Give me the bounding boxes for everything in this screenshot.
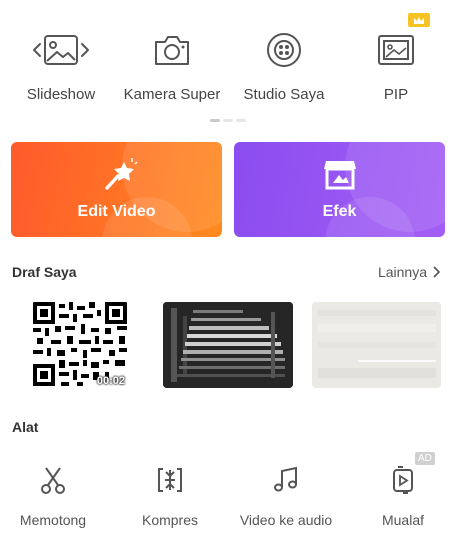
- tools-title: Alat: [12, 419, 39, 435]
- tool-mualaf[interactable]: Mualaf: [348, 462, 452, 528]
- pip-icon: [341, 28, 451, 72]
- camera-label: Kamera Super: [123, 86, 221, 103]
- drafts-more-link[interactable]: Lainnya: [378, 264, 440, 280]
- scissors-icon: [0, 462, 108, 498]
- draft-thumbnail[interactable]: [163, 302, 293, 388]
- magic-wand-icon: [102, 154, 142, 199]
- slideshow-label: Slideshow: [26, 86, 96, 103]
- convert-video-icon: [348, 462, 452, 498]
- page-dot: [210, 119, 220, 122]
- tool-label: Memotong: [19, 512, 87, 528]
- tool-kompres[interactable]: Kompres: [115, 462, 225, 528]
- studio-label: Studio Saya: [243, 86, 325, 103]
- quick-actions: Slideshow Kamera Super Studio Saya PIP: [0, 0, 452, 122]
- crown-icon: [408, 13, 430, 27]
- pip-label: PIP: [383, 86, 409, 103]
- tool-label: Kompres: [141, 512, 199, 528]
- studio-button[interactable]: Studio Saya: [229, 28, 339, 103]
- compress-icon: [115, 462, 225, 498]
- drafts-more-label: Lainnya: [377, 264, 427, 280]
- chevron-right-icon: [433, 266, 440, 278]
- tool-label: Video ke audio: [239, 512, 333, 528]
- efek-card[interactable]: Efek: [234, 142, 445, 237]
- music-note-icon: [231, 462, 341, 498]
- tool-video-to-audio[interactable]: Video ke audio: [231, 462, 341, 528]
- edit-video-card[interactable]: Edit Video: [11, 142, 222, 237]
- efek-label: Efek: [322, 203, 357, 220]
- effects-store-icon: [322, 155, 358, 196]
- slideshow-button[interactable]: Slideshow: [6, 28, 116, 103]
- draft-preview-image: [312, 302, 441, 388]
- camera-icon: [117, 28, 227, 72]
- drafts-title: Draf Saya: [12, 264, 77, 280]
- draft-duration: 00:02: [96, 375, 125, 387]
- draft-thumbnail[interactable]: [312, 302, 441, 388]
- page-dot: [236, 119, 246, 122]
- page-indicator: [210, 119, 246, 122]
- draft-preview-image: [163, 302, 293, 388]
- edit-video-label: Edit Video: [77, 203, 156, 220]
- page-dot: [223, 119, 233, 122]
- tool-memotong[interactable]: Memotong: [0, 462, 108, 528]
- studio-icon: [229, 28, 339, 72]
- draft-thumbnail[interactable]: 00:02: [31, 302, 129, 388]
- camera-button[interactable]: Kamera Super: [117, 28, 227, 103]
- tool-label: Mualaf: [381, 512, 425, 528]
- pip-button[interactable]: PIP: [341, 28, 451, 103]
- slideshow-icon: [6, 28, 116, 72]
